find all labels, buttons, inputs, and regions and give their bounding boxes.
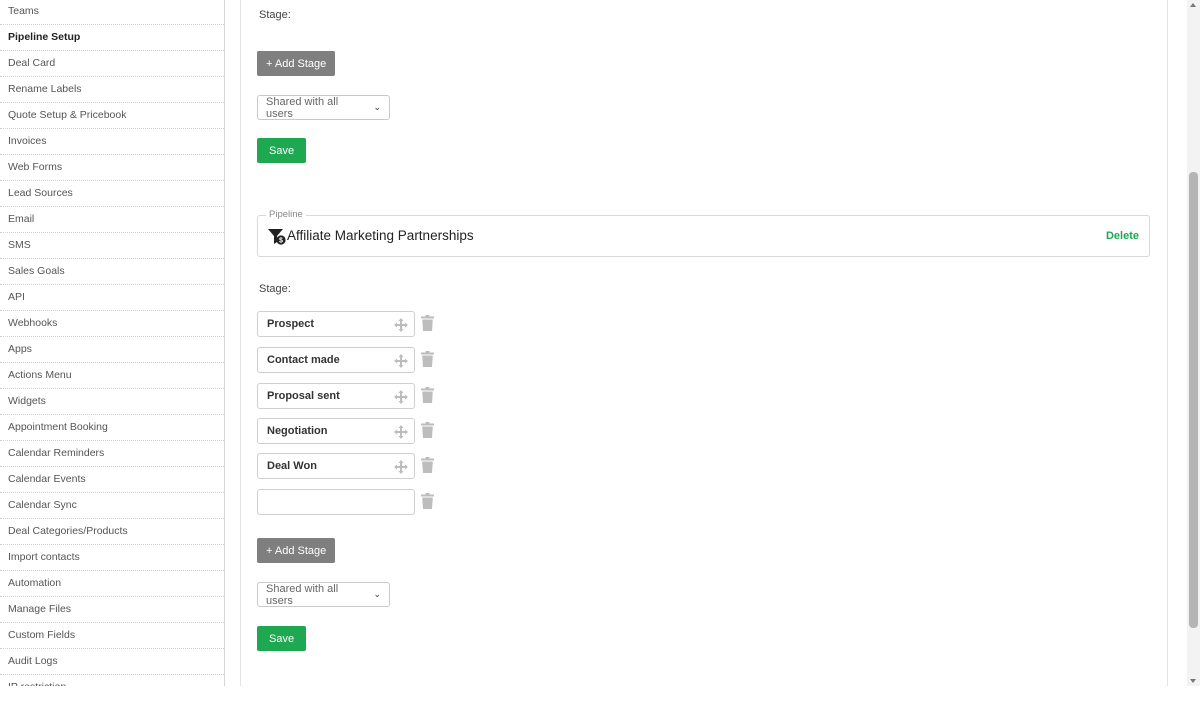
add-stage-button-top[interactable]: + Add Stage (257, 51, 336, 76)
save-button[interactable]: Save (257, 626, 307, 651)
stage-name: Proposal sent (267, 390, 340, 402)
sidebar-item-rename-labels[interactable]: Rename Labels (0, 77, 224, 103)
scroll-up-arrow-icon[interactable] (1190, 3, 1196, 7)
sidebar-item-actions-menu[interactable]: Actions Menu (0, 363, 224, 389)
sidebar-item-webhooks[interactable]: Webhooks (0, 311, 224, 337)
drag-handle-icon[interactable] (394, 390, 408, 404)
trash-icon[interactable] (421, 457, 434, 473)
stage-name: Contact made (267, 354, 340, 366)
pipeline-funnel-icon: $ (268, 229, 286, 245)
stage-row: Deal Won (257, 453, 457, 479)
sidebar-item-ip-restriction[interactable]: IP restriction (0, 675, 224, 686)
stage-name: Deal Won (267, 460, 317, 472)
sidebar-item-quote-setup[interactable]: Quote Setup & Pricebook (0, 103, 224, 129)
sidebar-item-import-contacts[interactable]: Import contacts (0, 545, 224, 571)
sidebar-item-custom-fields[interactable]: Custom Fields (0, 623, 224, 649)
trash-icon[interactable] (421, 387, 434, 403)
trash-icon[interactable] (421, 493, 434, 509)
pipeline-legend: Pipeline (266, 209, 306, 220)
share-select-top[interactable]: Shared with all users ⌄ (257, 95, 390, 120)
sidebar-item-web-forms[interactable]: Web Forms (0, 155, 224, 181)
save-button-top[interactable]: Save (257, 138, 307, 163)
stage-row: Prospect (257, 311, 457, 337)
svg-text:$: $ (279, 238, 283, 245)
sidebar-item-deal-categories[interactable]: Deal Categories/Products (0, 519, 224, 545)
sidebar-item-audit-logs[interactable]: Audit Logs (0, 649, 224, 675)
sidebar-item-sms[interactable]: SMS (0, 233, 224, 259)
share-select-value: Shared with all users (266, 95, 339, 120)
scroll-down-arrow-icon[interactable] (1190, 679, 1196, 683)
drag-handle-icon[interactable] (394, 425, 408, 439)
stage-name: Negotiation (267, 425, 328, 437)
stage-input[interactable]: Prospect (257, 311, 415, 337)
drag-handle-icon[interactable] (394, 318, 408, 332)
scroll-thumb[interactable] (1189, 172, 1198, 628)
stage-row-empty (257, 489, 457, 515)
share-select[interactable]: Shared with all users ⌄ (257, 582, 390, 607)
stage-label: Stage: (259, 283, 291, 295)
sidebar-item-api[interactable]: API (0, 285, 224, 311)
settings-sidebar: Teams Pipeline Setup Deal Card Rename La… (0, 0, 225, 686)
sidebar-item-teams[interactable]: Teams (0, 0, 224, 25)
trash-icon[interactable] (421, 422, 434, 438)
sidebar-item-deal-card[interactable]: Deal Card (0, 51, 224, 77)
sidebar-item-apps[interactable]: Apps (0, 337, 224, 363)
trash-icon[interactable] (421, 351, 434, 367)
stage-input[interactable]: Contact made (257, 347, 415, 373)
sidebar-item-lead-sources[interactable]: Lead Sources (0, 181, 224, 207)
pipeline-name: Affiliate Marketing Partnerships (287, 228, 474, 243)
sidebar-item-sales-goals[interactable]: Sales Goals (0, 259, 224, 285)
sidebar-item-calendar-reminders[interactable]: Calendar Reminders (0, 441, 224, 467)
sidebar-item-automation[interactable]: Automation (0, 571, 224, 597)
chevron-down-icon: ⌄ (373, 589, 381, 599)
page-scrollbar[interactable] (1187, 0, 1200, 686)
trash-icon[interactable] (421, 315, 434, 331)
stage-input[interactable]: Deal Won (257, 453, 415, 479)
drag-handle-icon[interactable] (394, 354, 408, 368)
stage-input[interactable]: Proposal sent (257, 383, 415, 409)
stage-label-top: Stage: (259, 9, 291, 21)
sidebar-item-invoices[interactable]: Invoices (0, 129, 224, 155)
stage-input[interactable]: Negotiation (257, 418, 415, 444)
stage-name: Prospect (267, 318, 315, 330)
pipeline-settings-panel: Stage: + Add Stage Shared with all users… (240, 0, 1168, 686)
delete-pipeline-link[interactable]: Delete (1106, 230, 1139, 242)
share-select-value: Shared with all users (266, 582, 339, 607)
stage-row: Contact made (257, 347, 457, 373)
sidebar-item-calendar-events[interactable]: Calendar Events (0, 467, 224, 493)
sidebar-item-pipeline-setup[interactable]: Pipeline Setup (0, 25, 224, 51)
chevron-down-icon: ⌄ (373, 102, 381, 112)
sidebar-item-email[interactable]: Email (0, 207, 224, 233)
sidebar-item-widgets[interactable]: Widgets (0, 389, 224, 415)
stage-row: Negotiation (257, 418, 457, 444)
stage-row: Proposal sent (257, 383, 457, 409)
sidebar-item-manage-files[interactable]: Manage Files (0, 597, 224, 623)
add-stage-button[interactable]: + Add Stage (257, 538, 336, 563)
sidebar-item-calendar-sync[interactable]: Calendar Sync (0, 493, 224, 519)
pipeline-name-field[interactable]: Pipeline $ Affiliate Marketing Partnersh… (257, 209, 1150, 257)
new-stage-input[interactable] (257, 489, 415, 515)
sidebar-item-appointment-booking[interactable]: Appointment Booking (0, 415, 224, 441)
drag-handle-icon[interactable] (394, 460, 408, 474)
